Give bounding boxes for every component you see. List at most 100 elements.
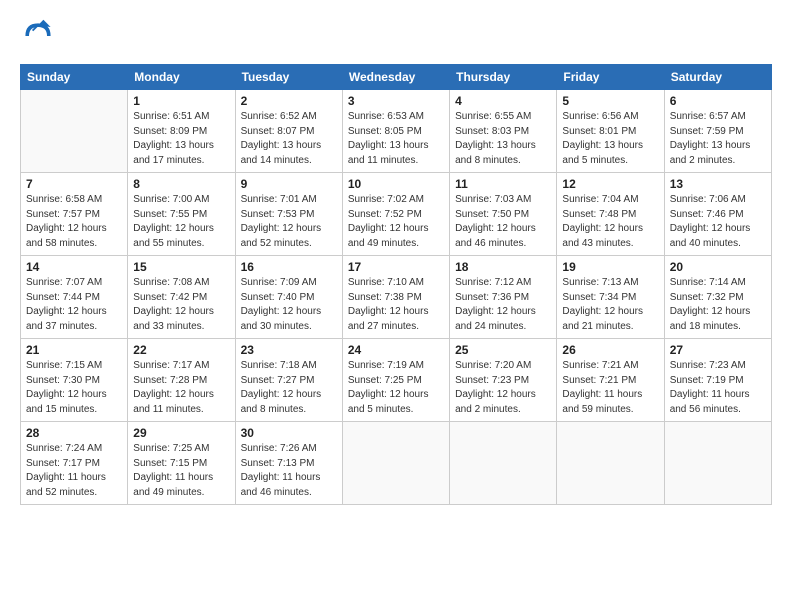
- day-info: Sunrise: 7:18 AM Sunset: 7:27 PM Dayligh…: [241, 359, 337, 417]
- day-number: 15: [133, 260, 229, 274]
- header-row: SundayMondayTuesdayWednesdayThursdayFrid…: [21, 65, 772, 90]
- day-info: Sunrise: 7:07 AM Sunset: 7:44 PM Dayligh…: [26, 276, 122, 334]
- day-number: 23: [241, 343, 337, 357]
- day-cell: [450, 422, 557, 505]
- day-cell: 8 Sunrise: 7:00 AM Sunset: 7:55 PM Daylig…: [128, 173, 235, 256]
- day-info: Sunrise: 6:53 AM Sunset: 8:05 PM Dayligh…: [348, 110, 444, 168]
- day-info: Sunrise: 7:02 AM Sunset: 7:52 PM Dayligh…: [348, 193, 444, 251]
- day-info: Sunrise: 7:19 AM Sunset: 7:25 PM Dayligh…: [348, 359, 444, 417]
- day-number: 21: [26, 343, 122, 357]
- day-cell: 4Sunrise: 6:55 AM Sunset: 8:03 PM Daylig…: [450, 90, 557, 173]
- day-number: 19: [562, 260, 658, 274]
- day-cell: 10 Sunrise: 7:02 AM Sunset: 7:52 PM Dayli…: [342, 173, 449, 256]
- day-number: 7: [26, 177, 122, 191]
- day-cell: 23 Sunrise: 7:18 AM Sunset: 7:27 PM Dayli…: [235, 339, 342, 422]
- day-number: 8: [133, 177, 229, 191]
- day-info: Sunrise: 7:14 AM Sunset: 7:32 PM Dayligh…: [670, 276, 766, 334]
- day-info: Sunrise: 7:26 AM Sunset: 7:13 PM Dayligh…: [241, 442, 337, 500]
- day-number: 9: [241, 177, 337, 191]
- day-number: 20: [670, 260, 766, 274]
- day-cell: 19 Sunrise: 7:13 AM Sunset: 7:34 PM Dayli…: [557, 256, 664, 339]
- day-number: 6: [670, 94, 766, 108]
- day-info: Sunrise: 7:20 AM Sunset: 7:23 PM Dayligh…: [455, 359, 551, 417]
- day-info: Sunrise: 6:52 AM Sunset: 8:07 PM Dayligh…: [241, 110, 337, 168]
- day-cell: 11 Sunrise: 7:03 AM Sunset: 7:50 PM Dayli…: [450, 173, 557, 256]
- day-cell: [342, 422, 449, 505]
- day-cell: 15 Sunrise: 7:08 AM Sunset: 7:42 PM Dayli…: [128, 256, 235, 339]
- day-number: 1: [133, 94, 229, 108]
- day-number: 16: [241, 260, 337, 274]
- col-header-monday: Monday: [128, 65, 235, 90]
- day-info: Sunrise: 7:15 AM Sunset: 7:30 PM Dayligh…: [26, 359, 122, 417]
- day-info: Sunrise: 7:04 AM Sunset: 7:48 PM Dayligh…: [562, 193, 658, 251]
- day-info: Sunrise: 7:10 AM Sunset: 7:38 PM Dayligh…: [348, 276, 444, 334]
- day-info: Sunrise: 6:55 AM Sunset: 8:03 PM Dayligh…: [455, 110, 551, 168]
- day-cell: 16 Sunrise: 7:09 AM Sunset: 7:40 PM Dayli…: [235, 256, 342, 339]
- day-cell: 1 Sunrise: 6:51 AM Sunset: 8:09 PM Daylig…: [128, 90, 235, 173]
- day-info: Sunrise: 7:06 AM Sunset: 7:46 PM Dayligh…: [670, 193, 766, 251]
- day-info: Sunrise: 7:25 AM Sunset: 7:15 PM Dayligh…: [133, 442, 229, 500]
- day-number: 14: [26, 260, 122, 274]
- day-info: Sunrise: 7:23 AM Sunset: 7:19 PM Dayligh…: [670, 359, 766, 417]
- day-number: 3: [348, 94, 444, 108]
- week-row-4: 28 Sunrise: 7:24 AM Sunset: 7:17 PM Dayli…: [21, 422, 772, 505]
- day-cell: [664, 422, 771, 505]
- day-info: Sunrise: 6:51 AM Sunset: 8:09 PM Dayligh…: [133, 110, 229, 168]
- day-cell: 20 Sunrise: 7:14 AM Sunset: 7:32 PM Dayli…: [664, 256, 771, 339]
- day-number: 17: [348, 260, 444, 274]
- day-cell: [557, 422, 664, 505]
- day-number: 12: [562, 177, 658, 191]
- day-number: 22: [133, 343, 229, 357]
- day-cell: 7 Sunrise: 6:58 AM Sunset: 7:57 PM Daylig…: [21, 173, 128, 256]
- calendar-header: SundayMondayTuesdayWednesdayThursdayFrid…: [21, 65, 772, 90]
- day-info: Sunrise: 7:08 AM Sunset: 7:42 PM Dayligh…: [133, 276, 229, 334]
- day-cell: 9 Sunrise: 7:01 AM Sunset: 7:53 PM Daylig…: [235, 173, 342, 256]
- day-info: Sunrise: 7:01 AM Sunset: 7:53 PM Dayligh…: [241, 193, 337, 251]
- day-info: Sunrise: 7:13 AM Sunset: 7:34 PM Dayligh…: [562, 276, 658, 334]
- day-cell: 3 Sunrise: 6:53 AM Sunset: 8:05 PM Daylig…: [342, 90, 449, 173]
- day-cell: 6Sunrise: 6:57 AM Sunset: 7:59 PM Daylig…: [664, 90, 771, 173]
- col-header-wednesday: Wednesday: [342, 65, 449, 90]
- day-cell: 27 Sunrise: 7:23 AM Sunset: 7:19 PM Dayli…: [664, 339, 771, 422]
- day-cell: 17 Sunrise: 7:10 AM Sunset: 7:38 PM Dayli…: [342, 256, 449, 339]
- day-cell: 12 Sunrise: 7:04 AM Sunset: 7:48 PM Dayli…: [557, 173, 664, 256]
- day-info: Sunrise: 7:03 AM Sunset: 7:50 PM Dayligh…: [455, 193, 551, 251]
- day-number: 26: [562, 343, 658, 357]
- day-info: Sunrise: 7:21 AM Sunset: 7:21 PM Dayligh…: [562, 359, 658, 417]
- day-info: Sunrise: 7:24 AM Sunset: 7:17 PM Dayligh…: [26, 442, 122, 500]
- day-cell: 29 Sunrise: 7:25 AM Sunset: 7:15 PM Dayli…: [128, 422, 235, 505]
- week-row-3: 21 Sunrise: 7:15 AM Sunset: 7:30 PM Dayli…: [21, 339, 772, 422]
- page-header: [20, 18, 772, 54]
- day-info: Sunrise: 7:12 AM Sunset: 7:36 PM Dayligh…: [455, 276, 551, 334]
- day-number: 28: [26, 426, 122, 440]
- day-info: Sunrise: 7:00 AM Sunset: 7:55 PM Dayligh…: [133, 193, 229, 251]
- day-info: Sunrise: 7:17 AM Sunset: 7:28 PM Dayligh…: [133, 359, 229, 417]
- day-number: 24: [348, 343, 444, 357]
- col-header-friday: Friday: [557, 65, 664, 90]
- day-cell: 25 Sunrise: 7:20 AM Sunset: 7:23 PM Dayli…: [450, 339, 557, 422]
- day-info: Sunrise: 6:58 AM Sunset: 7:57 PM Dayligh…: [26, 193, 122, 251]
- day-number: 30: [241, 426, 337, 440]
- day-cell: 24 Sunrise: 7:19 AM Sunset: 7:25 PM Dayli…: [342, 339, 449, 422]
- week-row-2: 14 Sunrise: 7:07 AM Sunset: 7:44 PM Dayli…: [21, 256, 772, 339]
- day-number: 29: [133, 426, 229, 440]
- day-cell: 28 Sunrise: 7:24 AM Sunset: 7:17 PM Dayli…: [21, 422, 128, 505]
- day-info: Sunrise: 7:09 AM Sunset: 7:40 PM Dayligh…: [241, 276, 337, 334]
- day-cell: 22 Sunrise: 7:17 AM Sunset: 7:28 PM Dayli…: [128, 339, 235, 422]
- day-number: 10: [348, 177, 444, 191]
- day-number: 13: [670, 177, 766, 191]
- day-number: 25: [455, 343, 551, 357]
- day-cell: 14 Sunrise: 7:07 AM Sunset: 7:44 PM Dayli…: [21, 256, 128, 339]
- day-number: 5: [562, 94, 658, 108]
- logo: [20, 18, 62, 54]
- day-number: 11: [455, 177, 551, 191]
- col-header-thursday: Thursday: [450, 65, 557, 90]
- calendar-body: 1 Sunrise: 6:51 AM Sunset: 8:09 PM Daylig…: [21, 90, 772, 505]
- day-cell: 13 Sunrise: 7:06 AM Sunset: 7:46 PM Dayli…: [664, 173, 771, 256]
- day-cell: 5 Sunrise: 6:56 AM Sunset: 8:01 PM Daylig…: [557, 90, 664, 173]
- day-cell: 18Sunrise: 7:12 AM Sunset: 7:36 PM Dayli…: [450, 256, 557, 339]
- day-info: Sunrise: 6:56 AM Sunset: 8:01 PM Dayligh…: [562, 110, 658, 168]
- day-number: 27: [670, 343, 766, 357]
- calendar-table: SundayMondayTuesdayWednesdayThursdayFrid…: [20, 64, 772, 505]
- day-cell: 21 Sunrise: 7:15 AM Sunset: 7:30 PM Dayli…: [21, 339, 128, 422]
